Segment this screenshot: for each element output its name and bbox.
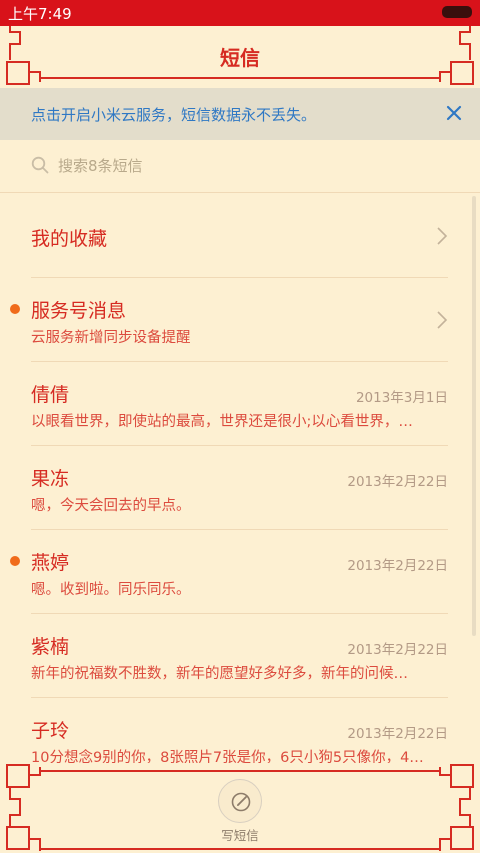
message-date: 2013年2月22日 [347, 726, 448, 742]
status-time: 上午7:49 [8, 5, 72, 23]
chevron-right-icon [437, 227, 448, 245]
search-bar [0, 140, 480, 193]
compose-icon [231, 792, 251, 812]
conversation-row[interactable]: 果冻 2013年2月22日 嗯，今天会回去的早点。 [0, 446, 480, 530]
message-date: 2013年2月22日 [347, 474, 448, 490]
conversation-row[interactable]: 燕婷 2013年2月22日 嗯。收到啦。同乐同乐。 [0, 530, 480, 614]
message-preview: 新年的祝福数不胜数，新年的愿望好多好多，新年的问候… [31, 666, 408, 682]
footer: 写短信 [0, 763, 480, 853]
message-date: 2013年3月1日 [355, 390, 448, 406]
scrollbar[interactable] [472, 196, 476, 636]
close-icon[interactable] [442, 101, 466, 125]
contact-name: 倩倩 [31, 384, 70, 406]
compose-label: 写短信 [221, 828, 259, 843]
battery-icon [442, 6, 472, 18]
compose-button[interactable] [218, 779, 262, 823]
unread-dot [10, 304, 20, 314]
conversation-row[interactable]: 紫楠 2013年2月22日 新年的祝福数不胜数，新年的愿望好多好多，新年的问候… [0, 614, 480, 698]
search-input[interactable] [58, 154, 438, 178]
message-date: 2013年2月22日 [347, 642, 448, 658]
unread-dot [10, 556, 20, 566]
message-preview: 以眼看世界，即使站的最高，世界还是很小;以心看世界，… [31, 414, 413, 430]
message-preview: 嗯，今天会回去的早点。 [31, 498, 191, 514]
contact-name: 子玲 [31, 720, 70, 742]
banner-text[interactable]: 点击开启小米云服务，短信数据永不丢失。 [31, 104, 316, 125]
message-preview: 10分想念9别的你，8张照片7张是你，6只小狗5只像你，4… [31, 750, 424, 764]
status-bar: 上午7:49 [0, 0, 480, 26]
cloud-service-banner[interactable]: 点击开启小米云服务，短信数据永不丢失。 [0, 88, 480, 140]
message-preview: 嗯。收到啦。同乐同乐。 [31, 582, 191, 598]
contact-name: 紫楠 [31, 636, 70, 658]
header: 短信 [0, 26, 480, 88]
service-messages-preview: 云服务新增同步设备提醒 [31, 330, 191, 346]
contact-name: 果冻 [31, 468, 70, 490]
page-title: 短信 [220, 46, 260, 70]
service-messages-row[interactable]: 服务号消息 云服务新增同步设备提醒 [0, 278, 480, 362]
search-icon [31, 156, 49, 174]
conversation-list: 我的收藏 服务号消息 云服务新增同步设备提醒 倩倩 2013年3月1日 以眼看世… [0, 194, 480, 764]
chevron-right-icon [437, 311, 448, 329]
favorites-row[interactable]: 我的收藏 [0, 194, 480, 278]
service-messages-title: 服务号消息 [31, 300, 127, 322]
favorites-label: 我的收藏 [31, 228, 108, 250]
conversation-row[interactable]: 倩倩 2013年3月1日 以眼看世界，即使站的最高，世界还是很小;以心看世界，… [0, 362, 480, 446]
contact-name: 燕婷 [31, 552, 70, 574]
message-date: 2013年2月22日 [347, 558, 448, 574]
conversation-row[interactable]: 子玲 2013年2月22日 10分想念9别的你，8张照片7张是你，6只小狗5只像… [0, 698, 480, 764]
